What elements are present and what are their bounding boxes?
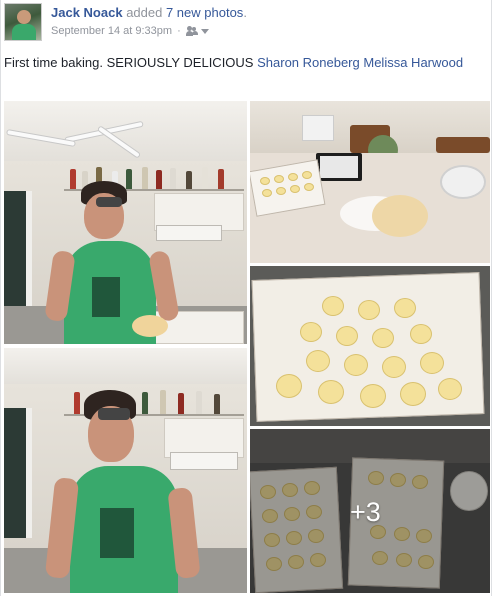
new-photos-link[interactable]: 7 new photos [166,5,243,20]
chevron-down-icon [200,28,209,34]
post-caption: First time baking. SERIOUSLY DELICIOUS S… [4,53,484,72]
gallery-photo-4[interactable] [250,266,490,426]
photo-post: Jack Noack added 7 new photos. September… [0,0,492,596]
action-suffix: . [243,5,247,20]
caption-text: First time baking. SERIOUSLY DELICIOUS [4,55,254,70]
author-avatar[interactable] [4,3,42,41]
gallery-photo-1[interactable] [4,101,247,344]
author-name-link[interactable]: Jack Noack [51,5,123,20]
gallery-photo-3[interactable] [250,101,490,263]
action-prefix: added [126,5,163,20]
tagged-person-link[interactable]: Melissa Harwood [363,55,463,70]
post-headline: Jack Noack added 7 new photos. [51,5,247,20]
more-photos-count: +3 [350,497,381,527]
post-meta: September 14 at 9:33pm · [51,25,209,37]
post-timestamp[interactable]: September 14 at 9:33pm [51,25,172,37]
meta-separator: · [177,25,181,37]
tagged-person-link[interactable]: Sharon Roneberg [257,55,360,70]
gallery-photo-5-more[interactable]: +3 [250,429,490,593]
gallery-photo-2[interactable] [4,348,247,593]
friends-icon [185,26,198,36]
audience-selector[interactable] [185,26,209,36]
